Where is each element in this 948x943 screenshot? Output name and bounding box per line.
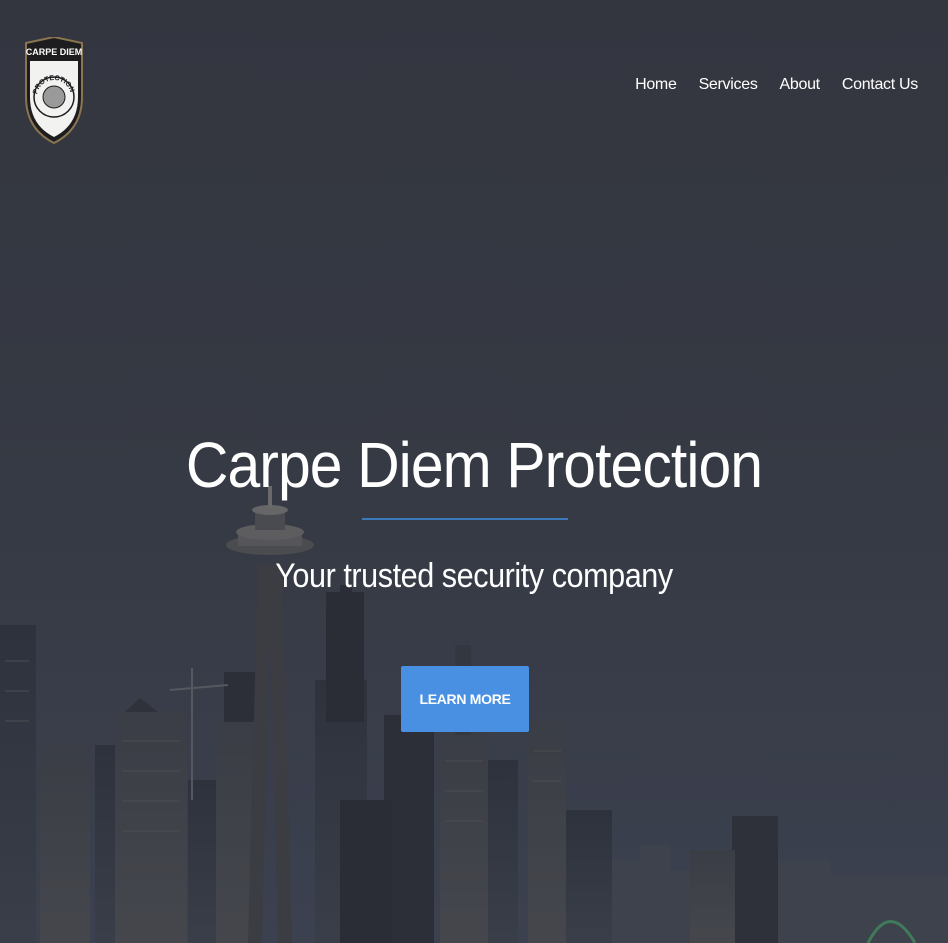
nav-home[interactable]: Home [635, 76, 677, 94]
title-divider [362, 518, 568, 520]
nav-about[interactable]: About [780, 76, 821, 94]
nav-services[interactable]: Services [699, 76, 758, 94]
hero-title: Carpe Diem Protection [185, 429, 763, 501]
main-nav: Home Services About Contact Us [635, 76, 918, 94]
learn-more-button[interactable]: LEARN MORE [401, 666, 529, 732]
carpe-diem-logo[interactable]: CARPE DIEM PROTECTION [24, 37, 84, 145]
hero-section: CARPE DIEM PROTECTION Home Services Abou… [0, 0, 948, 943]
hero-subtitle: Your trusted security company [275, 557, 673, 595]
nav-contact-us[interactable]: Contact Us [842, 76, 918, 94]
svg-text:CARPE DIEM: CARPE DIEM [26, 47, 83, 57]
